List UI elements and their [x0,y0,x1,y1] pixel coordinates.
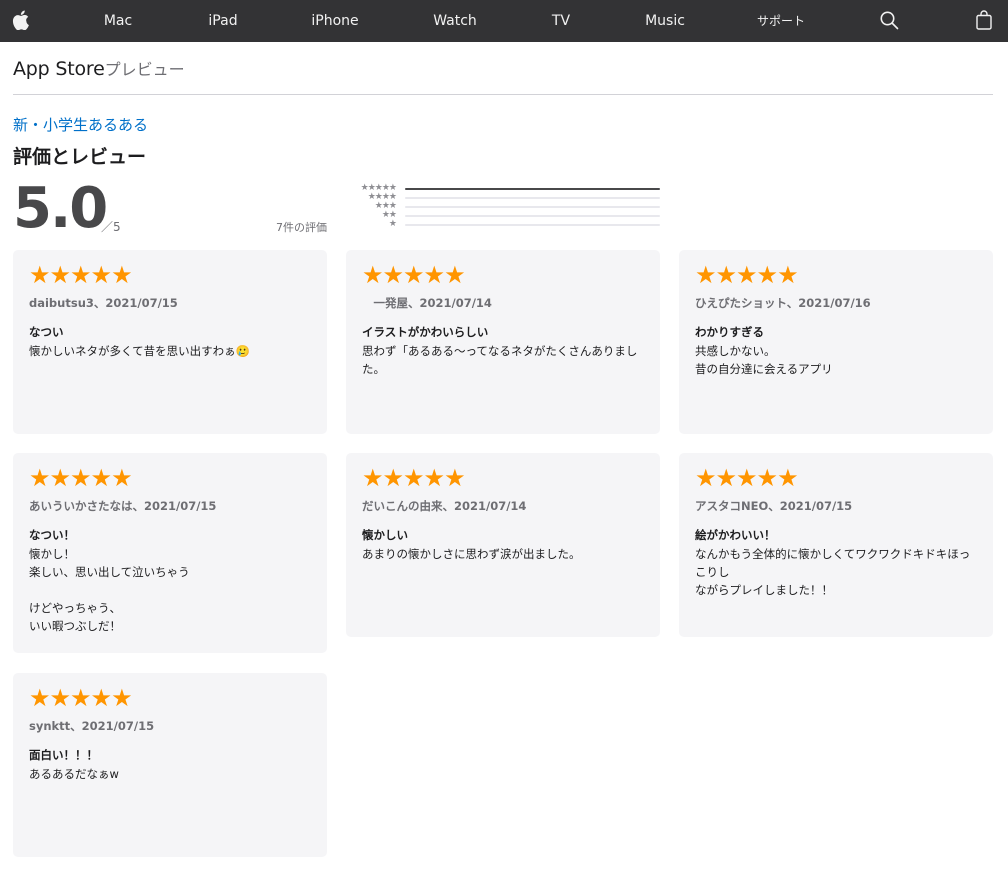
review-star-rating: ★★★★★ [695,464,799,492]
rating-count: 7件の評価 [276,221,327,234]
app-name-link[interactable]: 新・小学生あるある [13,114,148,135]
review-author-date: だいこんの由来、2021/07/14 [362,499,527,513]
review-star-rating: ★★★★★ [29,261,133,289]
histogram-fill [405,188,660,190]
review-star-rating: ★★★★★ [695,261,799,289]
review-title: なつい！ [29,528,75,542]
review-title: 懐かしい [362,528,408,542]
review-title: なつい [29,325,64,339]
review-body: 思わず「あるある〜ってなるネタがたくさんありました。 [362,344,638,376]
score-out-of: ／5 [101,220,121,234]
histogram-track [405,215,660,217]
histogram-track [405,197,660,199]
search-icon[interactable] [880,11,899,34]
nav-item-support[interactable]: サポート [751,0,811,42]
review-card[interactable]: ★★★★★ daibutsu3、2021/07/15 なつい 懐かしいネタが多く… [13,250,327,434]
review-body: あまりの懐かしさに思わず涙が出ました。 [362,547,581,561]
review-body: 懐かしいネタが多くて昔を思い出すわぁ🥲 [29,344,250,358]
rating-histogram: ★★★★★ ★★★★ ★★★ ★★ ★ [343,184,663,232]
review-star-rating: ★★★★★ [29,464,133,492]
histogram-track [405,206,660,208]
review-author-date: daibutsu3、2021/07/15 [29,296,178,310]
review-title: イラストがかわいらしい [362,325,489,339]
review-author-date: synktt、2021/07/15 [29,719,155,733]
review-star-rating: ★★★★★ [29,684,133,712]
review-star-rating: ★★★★★ [362,261,466,289]
ratings-section-title: 評価とレビュー [13,146,147,168]
review-title: 絵がかわいい！ [695,528,776,542]
review-card[interactable]: ★★★★★ ひえぴたショット、2021/07/16 わかりすぎる 共感しかない。… [679,250,993,434]
review-card[interactable]: ★★★★★ アスタコNEO、2021/07/15 絵がかわいい！ なんかもう全体… [679,453,993,637]
review-body: あるあるだなぁw [29,767,119,781]
average-score: 5.0 [13,176,108,241]
review-card[interactable]: ★★★★★ 一発屋、2021/07/14 イラストがかわいらしい 思わず「あるあ… [346,250,660,434]
review-author-date: あいういかさたなは、2021/07/15 [29,499,217,513]
shopping-bag-icon[interactable] [976,10,992,34]
histogram-row-1: ★ [343,220,663,229]
store-header: App Storeプレビュー [13,56,185,82]
histogram-track [405,224,660,226]
review-author-date: 一発屋、2021/07/14 [362,296,492,310]
review-body: 懐かし！ 楽しい、思い出して泣いちゃう けどやっちゃう、 いい暇つぶしだ！ [29,547,190,633]
review-body: 共感しかない。 昔の自分達に会えるアプリ [695,344,833,376]
nav-item-tv[interactable]: TV [541,0,581,42]
nav-item-iphone[interactable]: iPhone [305,0,365,42]
histogram-track [405,188,660,190]
review-title: わかりすぎる [695,325,764,339]
review-title: 面白い！！！ [29,748,98,762]
nav-item-watch[interactable]: Watch [425,0,485,42]
global-nav: Mac iPad iPhone Watch TV Music サポート [0,0,1008,42]
histogram-stars-label: ★ [388,219,397,229]
apple-logo-icon[interactable] [12,10,29,34]
nav-item-ipad[interactable]: iPad [198,0,248,42]
review-body: なんかもう全体的に懐かしくてワクワクドキドキほっこりし ながらプレイしました！！ [695,547,971,597]
review-card[interactable]: ★★★★★ あいういかさたなは、2021/07/15 なつい！ 懐かし！ 楽しい… [13,453,327,653]
nav-item-mac[interactable]: Mac [93,0,143,42]
review-card[interactable]: ★★★★★ だいこんの由来、2021/07/14 懐かしい あまりの懐かしさに思… [346,453,660,637]
nav-item-music[interactable]: Music [635,0,695,42]
preview-label: プレビュー [104,60,185,79]
review-star-rating: ★★★★★ [362,464,466,492]
review-author-date: アスタコNEO、2021/07/15 [695,499,853,513]
store-brand[interactable]: App Store [13,58,105,80]
review-card[interactable]: ★★★★★ synktt、2021/07/15 面白い！！！ あるあるだなぁw [13,673,327,857]
review-author-date: ひえぴたショット、2021/07/16 [695,296,871,310]
header-divider [13,94,993,95]
